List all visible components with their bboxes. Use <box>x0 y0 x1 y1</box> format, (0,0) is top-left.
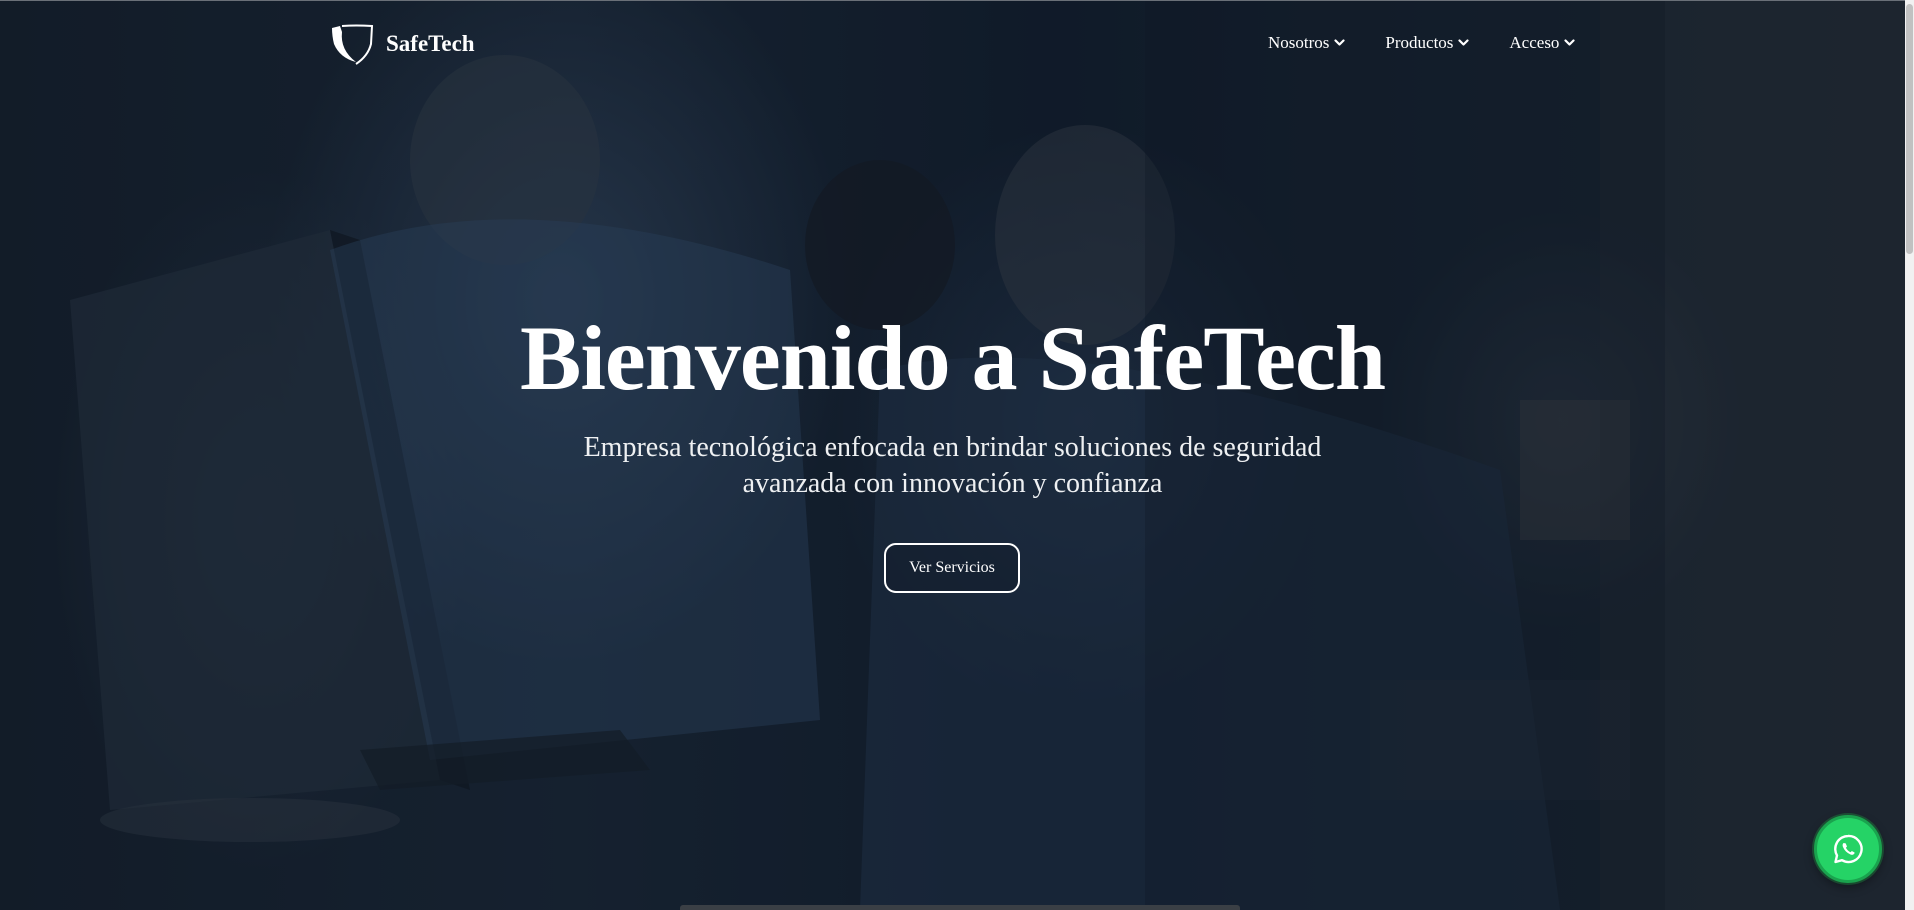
chevron-down-icon <box>1564 39 1576 46</box>
hero-title: Bienvenido a SafeTech <box>519 307 1386 409</box>
navbar: SafeTech Nosotros Productos Acceso <box>0 0 1914 90</box>
hero-subtitle: Empresa tecnológica enfocada en brindar … <box>583 432 1322 499</box>
nav-item-label: Nosotros <box>1268 33 1330 52</box>
shield-outline-icon <box>332 24 374 65</box>
vertical-scrollbar[interactable] <box>1905 0 1914 910</box>
brand-link[interactable]: SafeTech <box>330 22 475 66</box>
nav-item-productos[interactable]: Productos <box>1385 33 1470 53</box>
nav-item-acceso[interactable]: Acceso <box>1509 33 1576 53</box>
nav-item-label: Acceso <box>1509 33 1560 52</box>
scrollbar-thumb[interactable] <box>1906 4 1913 254</box>
nav-item-label: Productos <box>1385 33 1454 52</box>
brand-name: SafeTech <box>386 31 475 56</box>
page: SafeTech Nosotros Productos Acceso Bienv… <box>0 0 1914 910</box>
whatsapp-button[interactable] <box>1814 815 1882 883</box>
whatsapp-icon <box>1834 834 1863 864</box>
ver-servicios-button[interactable]: Ver Servicios <box>884 543 1020 593</box>
bottom-edge-strip <box>680 905 1240 910</box>
nav-menu: Nosotros Productos Acceso <box>1268 33 1576 53</box>
nav-item-nosotros[interactable]: Nosotros <box>1268 33 1346 53</box>
chevron-down-icon <box>1334 39 1346 46</box>
chevron-down-icon <box>1458 39 1470 46</box>
